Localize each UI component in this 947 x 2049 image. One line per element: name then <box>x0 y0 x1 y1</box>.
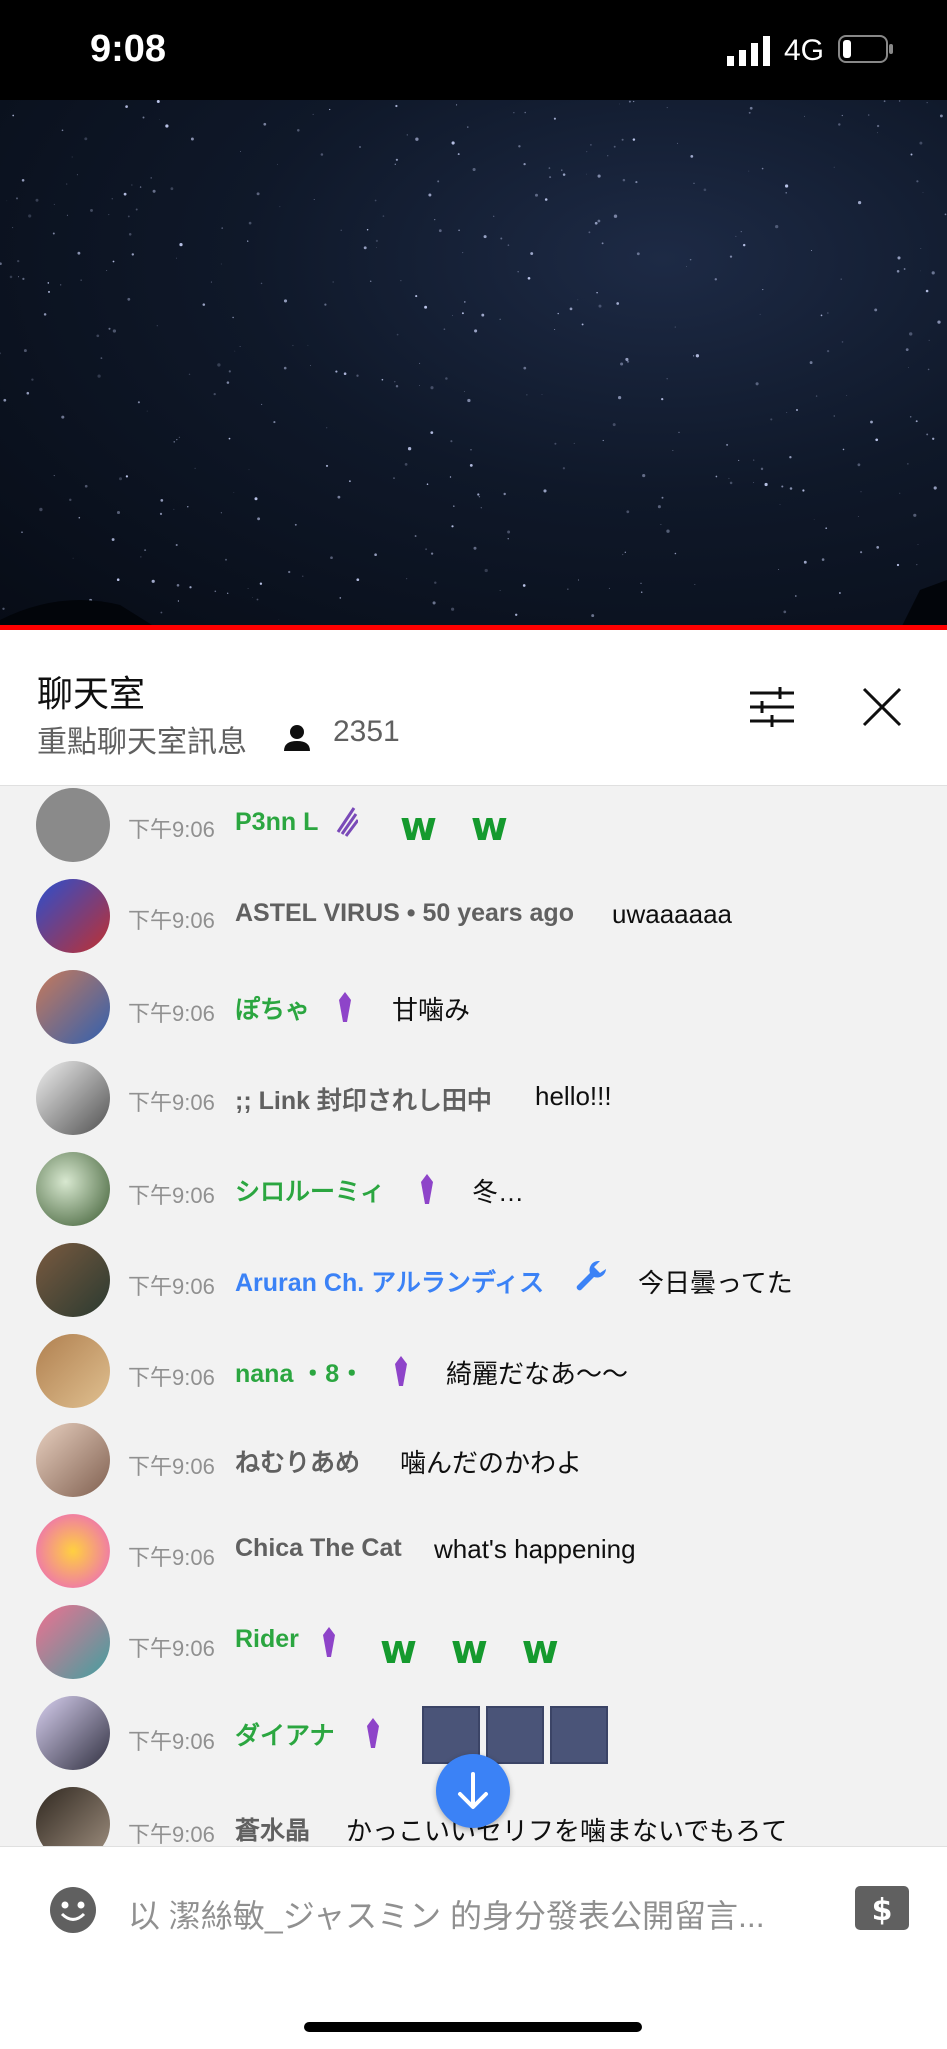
night-sky-image <box>0 100 947 630</box>
avatar[interactable] <box>36 1243 110 1317</box>
filter-settings-icon[interactable] <box>748 685 796 729</box>
message-author[interactable]: Rider <box>235 1625 299 1654</box>
avatar[interactable] <box>36 879 110 953</box>
member-badge-icon <box>339 992 351 1022</box>
chat-message-list[interactable]: 下午9:06 P3nn L w w 下午9:06 ASTEL VIRUS • 5… <box>0 786 947 1846</box>
message-author[interactable]: ダイアナ <box>235 1716 335 1752</box>
message-timestamp: 下午9:06 <box>128 1729 215 1754</box>
message-timestamp: 下午9:06 <box>128 1001 215 1026</box>
wrench-icon <box>576 1261 606 1291</box>
chat-input-field[interactable]: 以 潔絲敏_ジャスミン 的身分發表公開留言... <box>128 1891 765 1937</box>
message-text: 甘噛み <box>392 995 471 1025</box>
message-timestamp: 下午9:06 <box>128 1274 215 1299</box>
avatar[interactable] <box>36 1334 110 1408</box>
chat-message: 下午9:06 ASTEL VIRUS • 50 years ago uwaaaa… <box>0 877 947 968</box>
emoji-w-grass: w w <box>400 804 518 850</box>
message-timestamp: 下午9:06 <box>128 908 215 933</box>
emoji-w-grass: w w w <box>380 1627 569 1673</box>
super-chat-icon[interactable]: $ <box>854 1885 910 1931</box>
message-author[interactable]: ASTEL VIRUS • 50 years ago <box>235 899 574 928</box>
message-timestamp: 下午9:06 <box>128 817 215 842</box>
message-text: hello!!! <box>535 1081 612 1111</box>
scroll-to-latest-button[interactable] <box>436 1754 510 1828</box>
message-text: uwaaaaaa <box>612 899 732 929</box>
message-author[interactable]: ぽちゃ <box>235 990 310 1026</box>
chat-message: 下午9:06 Rider w w w <box>0 1605 947 1696</box>
member-badge-icon <box>336 807 358 837</box>
message-text: 噛んだのかわよ <box>400 1448 583 1478</box>
person-icon <box>284 725 310 751</box>
message-author[interactable]: シロルーミィ <box>235 1172 385 1208</box>
message-timestamp: 下午9:06 <box>128 1183 215 1208</box>
svg-text:$: $ <box>872 1893 893 1928</box>
chat-header: 聊天室 重點聊天室訊息 2351 <box>0 635 947 786</box>
message-author[interactable]: ;; Link 封印されし田中 <box>235 1081 492 1117</box>
chat-message: 下午9:06 Chica The Cat what's happening <box>0 1514 947 1605</box>
message-text: かっこいいセリフを噛まないでもろて <box>346 1816 788 1846</box>
battery-icon <box>838 35 893 63</box>
avatar[interactable] <box>36 1605 110 1679</box>
message-author[interactable]: 蒼水晶 <box>235 1811 310 1846</box>
message-timestamp: 下午9:06 <box>128 1365 215 1390</box>
arrow-down-icon <box>458 1772 488 1809</box>
close-icon[interactable] <box>858 683 906 731</box>
message-text: 綺麗だなあ～～ <box>446 1359 629 1389</box>
status-time: 9:08 <box>90 28 167 70</box>
member-badge-icon <box>395 1356 407 1386</box>
message-text: 今日曇ってた <box>638 1268 793 1298</box>
emoji-icon[interactable] <box>48 1885 98 1935</box>
chat-mode-selector[interactable]: 重點聊天室訊息 <box>37 717 247 761</box>
chat-message: 下午9:06 P3nn L w w <box>0 786 947 877</box>
video-player[interactable] <box>0 100 947 630</box>
chat-message: 下午9:06 nana ・8・ 綺麗だなあ～～ <box>0 1332 947 1423</box>
chat-message: 下午9:06 Aruran Ch. アルランディス 今日曇ってた <box>0 1241 947 1332</box>
chat-message: 下午9:06 ;; Link 封印されし田中 hello!!! <box>0 1059 947 1150</box>
home-indicator <box>304 2022 642 2032</box>
chat-message: 下午9:06 ぽちゃ 甘噛み <box>0 968 947 1059</box>
message-timestamp: 下午9:06 <box>128 1822 215 1846</box>
avatar[interactable] <box>36 1061 110 1135</box>
message-author[interactable]: Aruran Ch. アルランディス <box>235 1263 544 1299</box>
message-text: 冬… <box>472 1177 525 1207</box>
message-author[interactable]: P3nn L <box>235 808 318 837</box>
avatar[interactable] <box>36 970 110 1044</box>
message-author[interactable]: nana ・8・ <box>235 1354 364 1390</box>
chat-message: 下午9:06 ねむりあめ 噛んだのかわよ <box>0 1423 947 1514</box>
avatar[interactable] <box>36 1152 110 1226</box>
chat-message: 下午9:06 シロルーミィ 冬… <box>0 1150 947 1241</box>
avatar[interactable] <box>36 1696 110 1770</box>
avatar[interactable] <box>36 1514 110 1588</box>
message-timestamp: 下午9:06 <box>128 1454 215 1479</box>
message-timestamp: 下午9:06 <box>128 1636 215 1661</box>
signal-icon <box>727 36 770 66</box>
viewer-count: 2351 <box>333 715 400 748</box>
member-badge-icon <box>367 1718 379 1748</box>
avatar[interactable] <box>36 1423 110 1497</box>
message-author[interactable]: ねむりあめ <box>235 1443 360 1479</box>
member-badge-icon <box>421 1174 433 1204</box>
cat-emote-icon <box>550 1706 608 1764</box>
avatar[interactable] <box>36 788 110 862</box>
message-text: what's happening <box>434 1534 636 1564</box>
message-timestamp: 下午9:06 <box>128 1090 215 1115</box>
chat-title: 聊天室 <box>37 673 146 714</box>
network-label: 4G <box>784 34 825 67</box>
message-timestamp: 下午9:06 <box>128 1545 215 1570</box>
video-progress-bar[interactable] <box>0 625 947 630</box>
status-bar: 9:08 4G <box>0 0 947 100</box>
chat-input-bar: 以 潔絲敏_ジャスミン 的身分發表公開留言... $ <box>0 1846 947 2049</box>
member-badge-icon <box>323 1627 335 1657</box>
message-author[interactable]: Chica The Cat <box>235 1534 402 1563</box>
avatar[interactable] <box>36 1787 110 1846</box>
